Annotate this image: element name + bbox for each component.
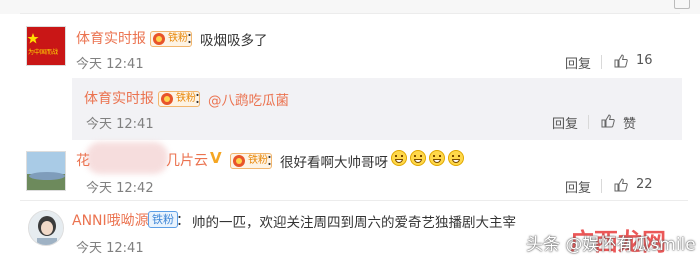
previous-comment-strip [0,0,700,14]
comment-text: @八鹉吃瓜菌 [208,89,289,109]
avatar-image [27,152,65,190]
comment-text: 吸烟吸多了 [200,33,268,49]
avatar-text: 为中国而战 [28,49,59,56]
like-label[interactable]: 赞 [623,113,636,132]
avatar[interactable]: 为中国而战 [26,26,66,66]
like-count: 22 [636,177,653,192]
mention-link[interactable]: @八鹉吃瓜菌 [208,93,289,109]
grin-emoji-icon [410,150,426,166]
reply-button[interactable]: 回复 [552,113,578,132]
separator [601,179,602,193]
fan-badge-label: 铁粉 [248,155,268,166]
colon: ： [186,31,200,47]
colon: ： [176,213,190,229]
comment-time: 今天 12:42 [86,181,154,196]
divider [20,13,680,14]
fan-icon [153,33,165,45]
blurred-name [86,142,168,174]
comment-time: 今天 12:41 [86,117,154,132]
comment-text: 帅的一匹，欢迎关注周四到周六的爱奇艺独播剧大主宰 [192,215,516,231]
collapse-icon[interactable] [674,0,690,9]
colon: ： [194,91,208,107]
reply-button[interactable]: 回复 [565,53,591,72]
watermark-text: 头条 @娱怀有瓜smile [526,235,696,255]
commenter-name[interactable]: ANNI哦呦源 [72,210,149,230]
reply-button[interactable]: 回复 [565,177,591,196]
watermark: 广西龙网 头条 @娱怀有瓜smile [516,226,696,256]
grin-emoji-icon [448,150,464,166]
verified-icon: V [210,149,222,167]
grin-emoji-icon [429,150,445,166]
reply-thread [72,78,682,140]
like-count: 16 [636,53,653,68]
comment-time: 今天 12:41 [76,241,144,256]
fan-badge[interactable]: 铁粉 [148,211,178,228]
separator [588,115,589,129]
fan-badge-label: 铁粉 [168,33,188,44]
avatar[interactable] [28,210,64,246]
comment-text: 很好看啊大帅哥呀 [280,155,388,171]
fan-badge-label: 铁粉 [176,93,196,104]
commenter-name[interactable]: 体育实时报 [76,28,146,48]
avatar[interactable] [26,151,66,191]
thumb-up-icon[interactable] [614,178,628,192]
thumb-up-icon[interactable] [601,114,615,128]
fan-icon [161,93,173,105]
colon: ： [266,153,280,169]
grin-emoji-icon [391,150,407,166]
commenter-name-last[interactable]: 几片云 [166,150,208,170]
fan-icon [233,155,245,167]
avatar-image [29,211,63,245]
divider [20,200,688,201]
commenter-name[interactable]: 体育实时报 [84,88,154,108]
comment-time: 今天 12:41 [76,57,144,72]
separator [601,55,602,69]
commenter-name-first[interactable]: 花 [76,150,90,170]
thumb-up-icon[interactable] [614,54,628,68]
